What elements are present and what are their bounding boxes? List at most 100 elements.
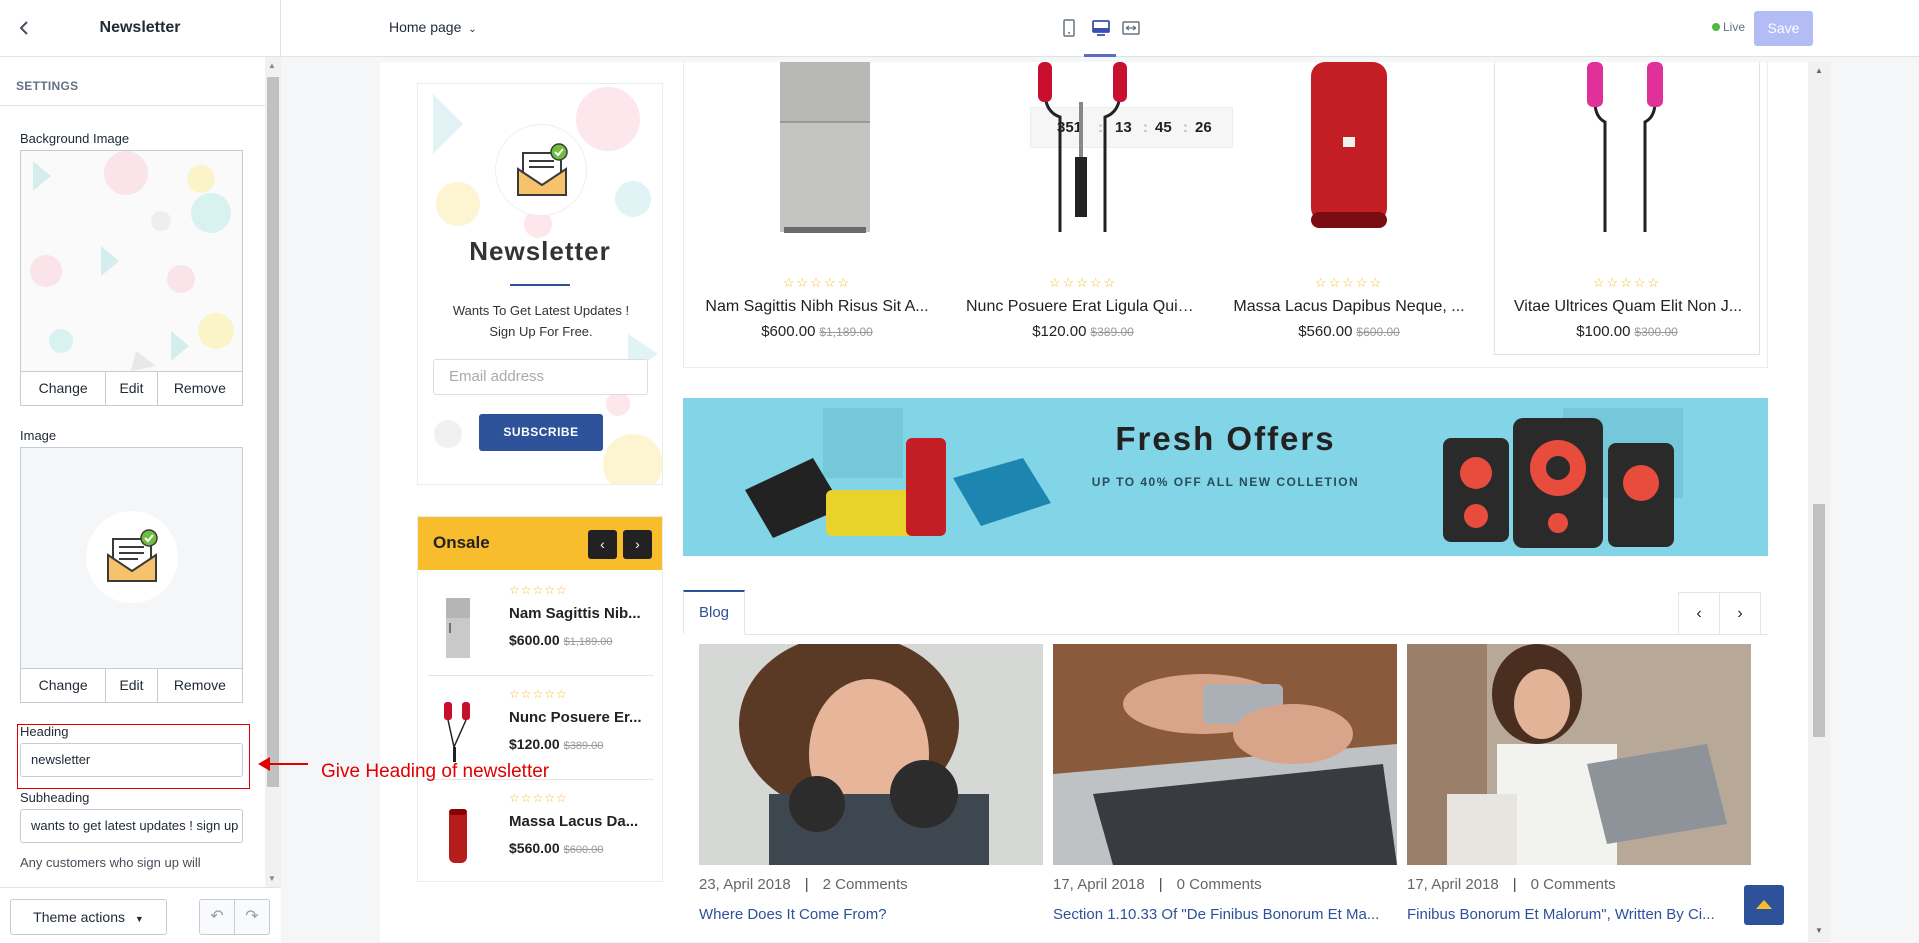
image-edit-button[interactable]: Edit (106, 669, 158, 702)
onsale-item-price-value: $560.00 (509, 840, 560, 856)
rating-stars-icon: ☆☆☆☆☆ (509, 687, 568, 701)
undo-button[interactable]: ↶ (199, 899, 235, 935)
blog-post-comments: 0 Comments (1530, 876, 1616, 893)
rating-stars-icon: ☆☆☆☆☆ (509, 583, 568, 597)
product-price: $560.00 $600.00 (1216, 323, 1482, 340)
scroll-down-icon[interactable]: ▼ (1815, 926, 1823, 935)
product-price-value: $100.00 (1576, 323, 1631, 340)
onsale-item-old-price: $389.00 (563, 740, 604, 752)
signup-help-text: Any customers who sign up will (20, 855, 201, 870)
onsale-item-name: Nam Sagittis Nib... (509, 605, 641, 622)
fresh-offers-banner[interactable]: Fresh Offers UP TO 40% OFF ALL NEW COLLE… (683, 398, 1768, 556)
newsletter-email-input[interactable]: Email address (433, 359, 648, 395)
image-preview (21, 448, 242, 669)
speaker-thumbnail (449, 809, 467, 863)
product-old-price: $1,189.00 (819, 325, 873, 339)
blog-post-title[interactable]: Section 1.10.33 Of "De Finibus Bonorum E… (1053, 906, 1397, 923)
background-image-change-button[interactable]: Change (21, 372, 107, 405)
product-card[interactable]: ☆☆☆☆☆ Vitae Ultrices Quam Elit Non J... … (1494, 62, 1760, 355)
blog-post-image-laptop (1053, 644, 1397, 865)
sidebar-footer: Theme actions ▼ ↶ ↷ (0, 887, 281, 943)
product-price: $120.00 $389.00 (950, 323, 1216, 340)
newsletter-envelope-icon (495, 124, 587, 216)
newsletter-block: Newsletter Wants To Get Latest Updates !… (417, 83, 663, 485)
subheading-input[interactable]: wants to get latest updates ! sign up fo… (20, 809, 243, 843)
blog-post-title[interactable]: Finibus Bonorum Et Malorum", Written By … (1407, 906, 1751, 923)
onsale-item-price: $600.00 $1,189.00 (509, 632, 613, 648)
newsletter-subtitle-line2: Sign Up For Free. (489, 324, 593, 339)
redo-button[interactable]: ↷ (234, 899, 270, 935)
tab-blog[interactable]: Blog (683, 590, 745, 635)
rating-stars-icon: ☆☆☆☆☆ (1314, 275, 1384, 290)
theme-editor-sidebar: Newsletter SETTINGS Background Image Cha… (0, 0, 281, 943)
background-image-remove-button[interactable]: Remove (158, 372, 242, 405)
page-selector[interactable]: Home page ⌄ (389, 19, 477, 35)
product-card[interactable]: ☆☆☆☆☆ Nunc Posuere Erat Ligula Quis ... … (950, 62, 1216, 352)
product-name: Nam Sagittis Nibh Risus Sit A... (705, 298, 929, 315)
subscribe-button[interactable]: SUBSCRIBE (479, 414, 603, 451)
blog-prev-button[interactable]: ‹ (1678, 592, 1720, 635)
earphones-thumbnail (444, 702, 470, 762)
onsale-item-old-price: $1,189.00 (563, 636, 613, 648)
chevron-left-icon: ‹ (600, 536, 605, 552)
blog-post[interactable]: 17, April 2018 | 0 Comments Finibus Bonoru… (1407, 644, 1751, 942)
onsale-item-name: Massa Lacus Da... (509, 813, 639, 830)
product-card[interactable]: ☆☆☆☆☆ Massa Lacus Dapibus Neque, ... $56… (1216, 62, 1482, 352)
theme-actions-button[interactable]: Theme actions ▼ (10, 899, 167, 935)
newsletter-subtitle: Wants To Get Latest Updates ! Sign Up Fo… (438, 300, 644, 342)
onsale-next-button[interactable]: › (623, 530, 652, 559)
scroll-up-icon[interactable]: ▲ (1815, 66, 1823, 75)
page-selector-label: Home page (389, 19, 462, 35)
blog-post[interactable]: 23, April 2018 | 2 Comments Where Does It … (699, 644, 1043, 942)
caret-down-icon: ▼ (134, 914, 144, 924)
onsale-item-old-price: $600.00 (563, 844, 604, 856)
onsale-item-price: $560.00 $600.00 (509, 840, 603, 856)
blog-post-title[interactable]: Where Does It Come From? (699, 906, 1043, 923)
save-button[interactable]: Save (1754, 11, 1813, 46)
active-view-indicator (1084, 54, 1116, 57)
image-change-button[interactable]: Change (21, 669, 107, 702)
theme-actions-label: Theme actions (33, 909, 125, 925)
back-icon[interactable] (14, 18, 34, 38)
onsale-header: Onsale ‹ › (418, 517, 662, 570)
redo-icon: ↷ (245, 908, 259, 925)
product-grid: ☆☆☆☆☆ Nam Sagittis Nibh Risus Sit A... $… (683, 62, 1768, 368)
onsale-item-price-value: $600.00 (509, 632, 560, 648)
image-remove-button[interactable]: Remove (158, 669, 242, 702)
product-price-value: $120.00 (1032, 323, 1087, 340)
onsale-item[interactable]: ☆☆☆☆☆ Massa Lacus Da... $560.00 $600.00 (428, 783, 654, 887)
sidebar-scroll-thumb[interactable] (267, 77, 279, 787)
blog-post[interactable]: 17, April 2018 | 0 Comments Section 1.10.3… (1053, 644, 1397, 942)
preview-scrollbar[interactable]: ▲ ▼ (1808, 62, 1830, 942)
divider (428, 675, 654, 676)
chevron-down-icon: ⌄ (468, 24, 477, 35)
sidebar-title: Newsletter (99, 19, 181, 36)
envelope-icon (86, 511, 178, 603)
undo-icon: ↶ (210, 908, 224, 925)
product-card[interactable]: ☆☆☆☆☆ Nam Sagittis Nibh Risus Sit A... $… (684, 62, 950, 352)
scroll-down-icon[interactable]: ▼ (268, 874, 276, 883)
background-image-picker: Change Edit Remove (20, 150, 243, 406)
editor-topbar: Home page ⌄ Live Save (281, 0, 1919, 57)
newsletter-title: Newsletter (469, 236, 611, 266)
preview-scroll-thumb[interactable] (1813, 504, 1825, 737)
fridge-thumbnail (446, 598, 470, 658)
onsale-item[interactable]: ☆☆☆☆☆ Nam Sagittis Nib... $600.00 $1,189.… (428, 575, 654, 679)
desktop-view-icon[interactable] (1091, 18, 1111, 38)
blog-post-comments: 2 Comments (822, 876, 908, 893)
blog-post-image-headphones (699, 644, 1043, 865)
newsletter-divider (510, 284, 570, 286)
fullscreen-view-icon[interactable] (1121, 18, 1141, 38)
mobile-view-icon[interactable] (1059, 18, 1079, 38)
banner-subtitle: UP TO 40% OFF ALL NEW COLLETION (1091, 475, 1360, 489)
onsale-prev-button[interactable]: ‹ (588, 530, 617, 559)
product-price-value: $560.00 (1298, 323, 1353, 340)
fridge-image (780, 62, 870, 233)
background-image-edit-button[interactable]: Edit (106, 372, 158, 405)
scroll-up-icon[interactable]: ▲ (268, 61, 276, 70)
back-to-top-button[interactable] (1744, 885, 1784, 925)
blog-next-button[interactable]: › (1719, 592, 1761, 635)
annotation-text: Give Heading of newsletter (321, 761, 550, 782)
live-status: Live (1712, 20, 1745, 34)
banner-title: Fresh Offers (1115, 420, 1336, 457)
